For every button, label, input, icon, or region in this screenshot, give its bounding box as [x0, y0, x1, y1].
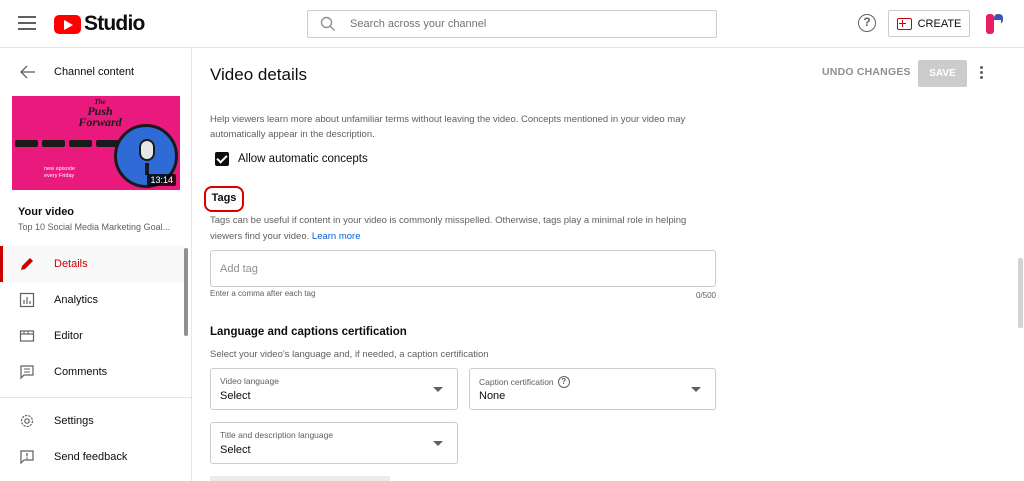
sidebar-item-label: Editor	[54, 330, 83, 342]
allow-concepts-label: Allow automatic concepts	[238, 153, 368, 165]
title-description-language-select[interactable]: Title and description language Select	[210, 422, 458, 464]
avatar[interactable]	[984, 12, 1006, 36]
sidebar-item-send-feedback[interactable]: Send feedback	[0, 439, 186, 475]
analytics-icon	[19, 292, 35, 308]
divider	[0, 397, 191, 398]
search-bar[interactable]	[307, 10, 717, 38]
sidebar-item-label: Comments	[54, 366, 108, 378]
video-title: Top 10 Social Media Marketing Goal...	[18, 222, 171, 232]
sidebar-item-label: Details	[54, 258, 88, 270]
thumbnail-subtitle-line1: new episode	[44, 166, 75, 172]
create-label: CREATE	[917, 17, 962, 30]
caption-certification-label-row: Caption certification ?	[479, 376, 570, 388]
thumbnail-subtitle-line2: every Friday	[44, 173, 75, 179]
hamburger-menu-icon[interactable]	[18, 16, 36, 30]
main-scrollbar[interactable]	[1018, 258, 1023, 328]
video-language-select[interactable]: Video language Select	[210, 368, 458, 410]
page-title: Video details	[210, 65, 308, 84]
back-label: Channel content	[54, 66, 135, 78]
sidebar-item-details[interactable]: Details	[0, 246, 186, 282]
allow-concepts-checkbox-row[interactable]: Allow automatic concepts	[215, 150, 368, 168]
tag-hint: Enter a comma after each tag	[210, 289, 316, 298]
sidebar-item-analytics[interactable]: Analytics	[0, 282, 186, 318]
sidebar-item-label: Settings	[54, 415, 94, 427]
comments-icon	[20, 365, 34, 380]
editor-icon	[19, 330, 35, 342]
sidebar-item-comments[interactable]: Comments	[0, 354, 186, 390]
question-mark-icon[interactable]: ?	[557, 376, 570, 388]
sidebar-item-label: Analytics	[54, 294, 99, 306]
main-content: Help viewers learn more about unfamiliar…	[192, 100, 1024, 481]
video-thumbnail[interactable]: The Push Forward new episode every Frida…	[12, 96, 180, 190]
podcast-badge	[42, 140, 65, 147]
dropdown-arrow-icon	[433, 441, 443, 446]
sidebar-item-label: Send feedback	[54, 451, 128, 463]
video-language-label: Video language	[220, 376, 279, 386]
dropdown-arrow-icon	[691, 387, 701, 392]
pencil-icon	[21, 258, 33, 270]
caption-certification-select[interactable]: Caption certification ? None	[469, 368, 716, 410]
title-description-language-label: Title and description language	[220, 430, 334, 440]
logo-text: Studio	[84, 12, 145, 35]
sidebar-item-settings[interactable]: Settings	[0, 403, 186, 439]
tag-character-count: 0/500	[695, 291, 716, 300]
podcast-badges	[15, 140, 119, 147]
main-header: Video details UNDO CHANGES SAVE	[192, 48, 1024, 100]
back-arrow-icon	[20, 65, 35, 79]
feedback-icon	[20, 450, 34, 465]
tags-help-body: Tags can be useful if content in your vi…	[210, 215, 687, 242]
undo-changes-button[interactable]: UNDO CHANGES	[822, 66, 911, 78]
concepts-help-text: Help viewers learn more about unfamiliar…	[210, 114, 686, 140]
save-button[interactable]: SAVE	[918, 60, 967, 87]
allow-concepts-checkbox[interactable]	[215, 152, 229, 166]
your-video-label: Your video	[18, 206, 75, 218]
dropdown-arrow-icon	[433, 387, 443, 392]
caption-certification-label: Caption certification	[479, 377, 554, 387]
sidebar-item-editor[interactable]: Editor	[0, 318, 186, 354]
learn-more-link[interactable]: Learn more	[312, 231, 361, 242]
top-bar: Studio ? CREATE	[0, 0, 1024, 48]
sidebar: Channel content The Push Forward new epi…	[0, 48, 192, 481]
youtube-play-icon	[54, 14, 81, 34]
thumbnail-subtitle: new episode every Friday	[44, 166, 75, 180]
language-section-heading: Language and captions certification	[210, 326, 407, 338]
more-options-icon[interactable]	[978, 66, 984, 82]
thumbnail-title-main: Push Forward	[78, 104, 122, 129]
video-language-value: Select	[220, 390, 251, 402]
create-button[interactable]: CREATE	[888, 10, 970, 37]
help-icon[interactable]: ?	[858, 14, 876, 32]
podcast-badge	[69, 140, 92, 147]
podcast-badge	[15, 140, 38, 147]
search-input[interactable]	[350, 15, 690, 33]
sidebar-scrollbar[interactable]	[184, 248, 188, 336]
search-icon	[320, 16, 335, 31]
back-to-channel-content[interactable]: Channel content	[0, 58, 192, 86]
language-help-text: Select your video's language and, if nee…	[210, 349, 489, 360]
thumbnail-title: The Push Forward	[70, 98, 130, 128]
caption-certification-value: None	[479, 390, 506, 402]
gear-icon	[20, 414, 34, 428]
add-tag-input[interactable]	[210, 250, 716, 287]
clipped-section-heading	[210, 100, 350, 101]
video-duration: 13:14	[147, 174, 176, 186]
studio-logo[interactable]: Studio	[54, 12, 145, 36]
tags-help-text: Tags can be useful if content in your vi…	[210, 213, 710, 245]
create-video-icon	[896, 17, 912, 30]
clipped-next-section	[210, 476, 390, 481]
title-description-language-value: Select	[220, 444, 251, 456]
tags-heading: Tags	[204, 186, 244, 212]
